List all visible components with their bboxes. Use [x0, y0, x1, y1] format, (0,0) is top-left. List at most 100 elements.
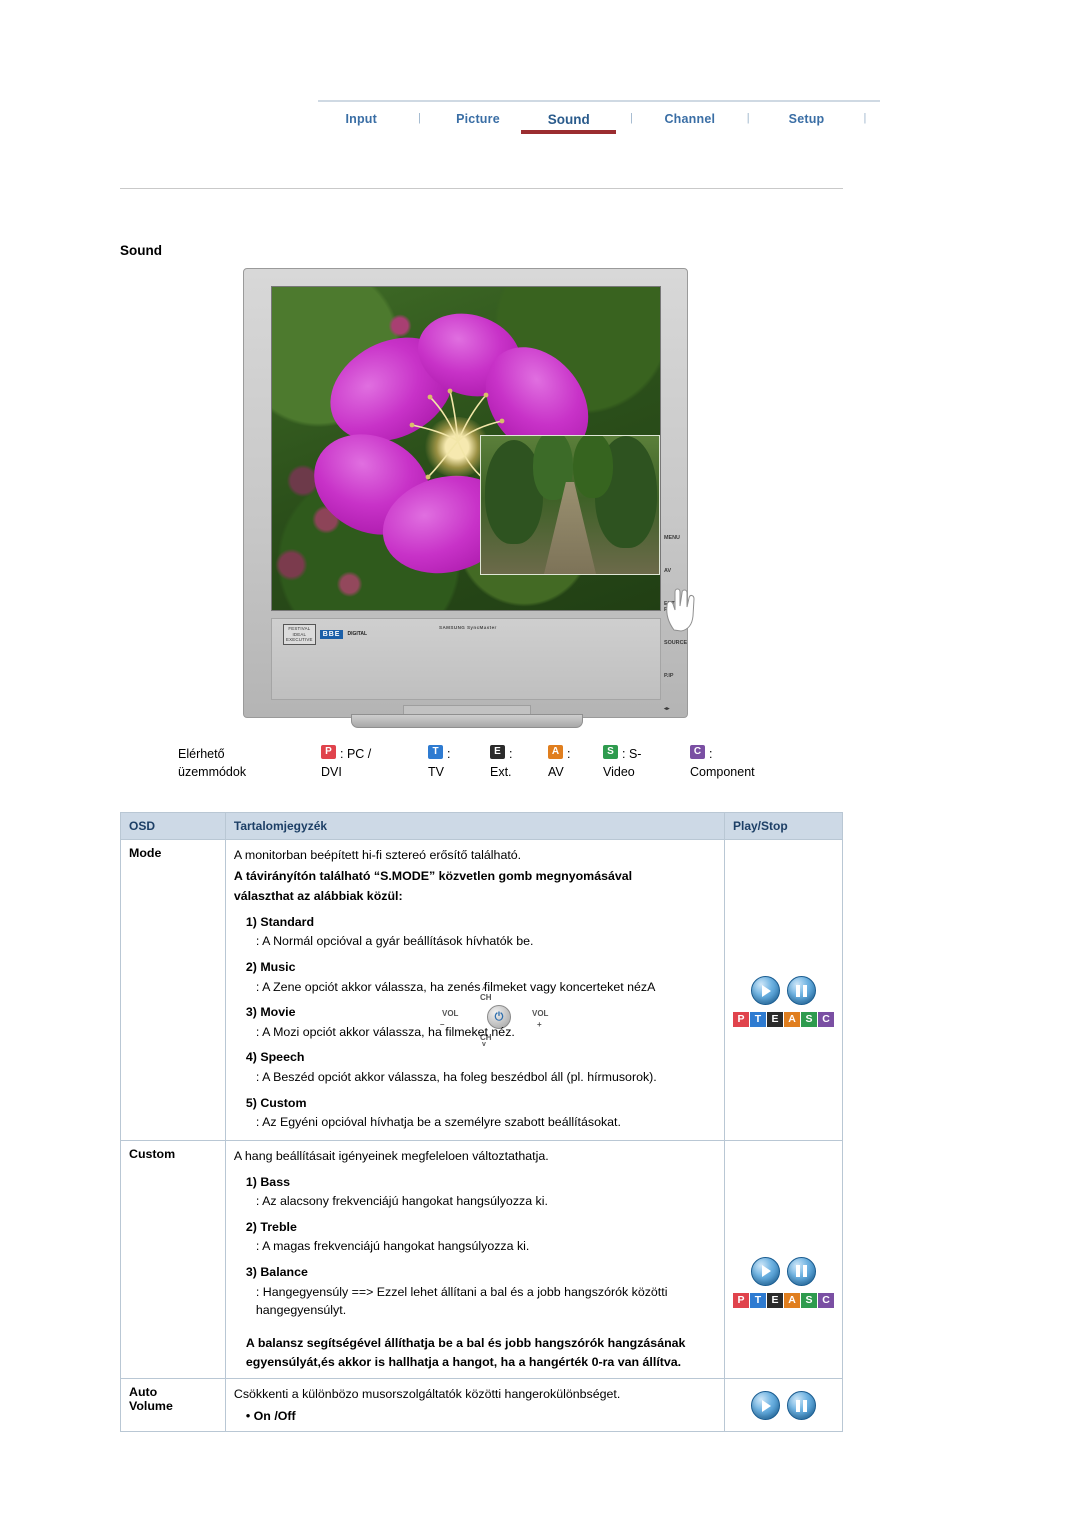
nav-item-setup[interactable]: Setup	[763, 100, 849, 126]
stop-button[interactable]	[786, 976, 816, 1005]
mode-text-component-2: Component	[690, 765, 755, 780]
mode-badge-svideo: S	[603, 745, 618, 759]
nav-separator-4: |	[863, 112, 867, 124]
osd-desc-auto-volume: Csökkenti a különbözo musorszolgáltatók …	[224, 1378, 725, 1433]
bbe-digital-label: DIGITAL	[347, 631, 368, 638]
side-button-labels: MENU AV ENTER/ FM RADIO SOURCE P.IP ◂▸	[664, 535, 713, 740]
key-s: S	[800, 1292, 817, 1308]
legend-label-line2: üzemmódok	[178, 765, 247, 780]
page-title: Sound	[120, 243, 162, 258]
stop-button[interactable]	[786, 1256, 816, 1286]
key-c: C	[817, 1012, 834, 1027]
stop-button[interactable]	[786, 1391, 816, 1421]
desc-line: : A Zene opciót akkor válassza, ha zenés…	[255, 979, 656, 994]
mode-text-pc-1: : PC /	[340, 747, 372, 761]
mode-text-pc-2: DVI	[321, 765, 342, 780]
desc-line: A hang beállításait igényeinek megfelelo…	[233, 1148, 549, 1163]
table-row: Mode A monitorban beépített hi-fi sztere…	[120, 839, 844, 1141]
nav-item-input[interactable]: Input	[318, 100, 404, 126]
nav-item-channel[interactable]: Channel	[647, 100, 733, 126]
desc-line: A balansz segítségével állíthatja be a b…	[245, 1335, 686, 1370]
mode-text-av-1: :	[567, 747, 571, 761]
header-divider	[120, 188, 843, 189]
mode-badge-tv: T	[428, 745, 443, 759]
nav-separator: |	[418, 112, 422, 124]
key-p: P	[732, 1292, 749, 1308]
osd-name-line2: Volume	[129, 1399, 173, 1414]
desc-line: 4) Speech	[245, 1050, 305, 1065]
osd-play-auto-volume	[723, 1378, 844, 1433]
osd-name-line1: Auto	[129, 1385, 158, 1400]
top-navigation: Input | Picture Sound | Channel | Setup …	[318, 100, 880, 138]
mode-text-component-1: :	[709, 747, 713, 761]
desc-line: : Az Egyéni opcióval hívhatja be a szemé…	[255, 1115, 621, 1130]
available-modes-legend: Elérhető üzemmódok P: PC / DVI T: TV E: …	[178, 745, 858, 781]
key-t: T	[749, 1012, 766, 1027]
desc-line: A monitorban beépített hi-fi sztereó erő…	[233, 848, 522, 862]
mode-text-tv-2: TV	[428, 765, 444, 780]
mode-text-ext-1: :	[509, 747, 513, 761]
hand-pointer-icon	[666, 588, 695, 632]
osd-play-custom: P T E A S C	[723, 1139, 844, 1380]
key-p: P	[732, 1012, 749, 1027]
column-header-osd: OSD	[120, 812, 226, 840]
osd-name-custom: Custom	[120, 1139, 226, 1380]
monitor-stand	[351, 714, 583, 728]
desc-line: : A Normál opcióval a gyár beállítások h…	[255, 934, 534, 949]
monitor-illustration: ^ CH VOL – VOL + ⏻ CH v FESTIVAL IDEAL EXE…	[243, 268, 713, 1048]
bbe-badge: BBE	[319, 629, 344, 639]
desc-line: • On /Off	[245, 1408, 296, 1423]
desc-line: 3) Balance	[245, 1264, 308, 1279]
key-e: E	[766, 1012, 783, 1027]
desc-line: 2) Treble	[245, 1219, 297, 1234]
nav-separator-2: |	[630, 112, 633, 124]
desc-line: : A magas frekvenciájú hangokat hangsúly…	[255, 1239, 530, 1254]
desc-line: Csökkenti a különbözo musorszolgáltatók …	[233, 1387, 621, 1402]
key-a: A	[783, 1012, 800, 1027]
desc-line: : Hangegyensúly ==> Ezzel lehet állítani…	[255, 1284, 668, 1318]
mode-text-ext-2: Ext.	[490, 765, 512, 780]
mode-badge-ext: E	[490, 745, 505, 759]
key-t: T	[749, 1292, 766, 1308]
table-row: Auto Volume Csökkenti a különbözo musors…	[120, 1378, 844, 1433]
osd-name-mode: Mode	[120, 839, 226, 1141]
key-s: S	[800, 1012, 817, 1027]
play-button[interactable]	[750, 976, 780, 1005]
play-button[interactable]	[750, 1256, 780, 1286]
side-volume-label[interactable]: ◂▸	[664, 706, 713, 713]
mode-badge-component: C	[690, 745, 705, 759]
menu-label[interactable]: MENU	[664, 535, 713, 542]
table-row: Custom A hang beállításait igényeinek me…	[120, 1139, 844, 1380]
nav-separator-3: |	[746, 112, 750, 124]
key-a: A	[783, 1292, 800, 1308]
desc-line: 3) Movie	[245, 1005, 296, 1020]
key-e: E	[766, 1292, 783, 1308]
desc-line: 1) Bass	[245, 1174, 290, 1189]
desc-line: : A Beszéd opciót akkor válassza, ha fol…	[255, 1070, 657, 1085]
nav-item-sound[interactable]: Sound	[521, 100, 617, 134]
legend-label-line1: Elérhető	[178, 747, 225, 761]
nav-item-picture[interactable]: Picture	[435, 100, 521, 126]
mode-text-svideo-2: Video	[603, 765, 635, 780]
mode-badge-pc: P	[321, 745, 336, 759]
desc-line: választhat az alábbiak közül:	[233, 889, 403, 904]
av-label[interactable]: AV	[664, 568, 713, 575]
pip-tree	[573, 436, 613, 498]
pip-label[interactable]: P.IP	[664, 673, 713, 680]
key-c: C	[817, 1292, 834, 1308]
desc-line: 1) Standard	[245, 914, 315, 929]
desc-line: 5) Custom	[245, 1095, 307, 1110]
column-header-play: Play/Stop	[723, 812, 844, 840]
osd-desc-custom: A hang beállításait igényeinek megfelelo…	[224, 1139, 725, 1380]
mode-text-av-2: AV	[548, 765, 564, 780]
play-button[interactable]	[750, 1391, 780, 1421]
desc-line: 2) Music	[245, 960, 296, 975]
table-header-row: OSD Tartalomjegyzék Play/Stop	[120, 812, 844, 840]
festival-badge: FESTIVAL IDEAL EXECUTIVE	[283, 624, 316, 645]
mode-key-strip: P T E A S C	[732, 1012, 834, 1027]
source-label[interactable]: SOURCE	[664, 640, 713, 647]
osd-play-mode: P T E A S C	[723, 839, 844, 1141]
osd-table: OSD Tartalomjegyzék Play/Stop Mode A mon…	[120, 812, 844, 1433]
mode-text-tv-1: :	[447, 747, 451, 761]
monitor-screen	[271, 286, 661, 611]
